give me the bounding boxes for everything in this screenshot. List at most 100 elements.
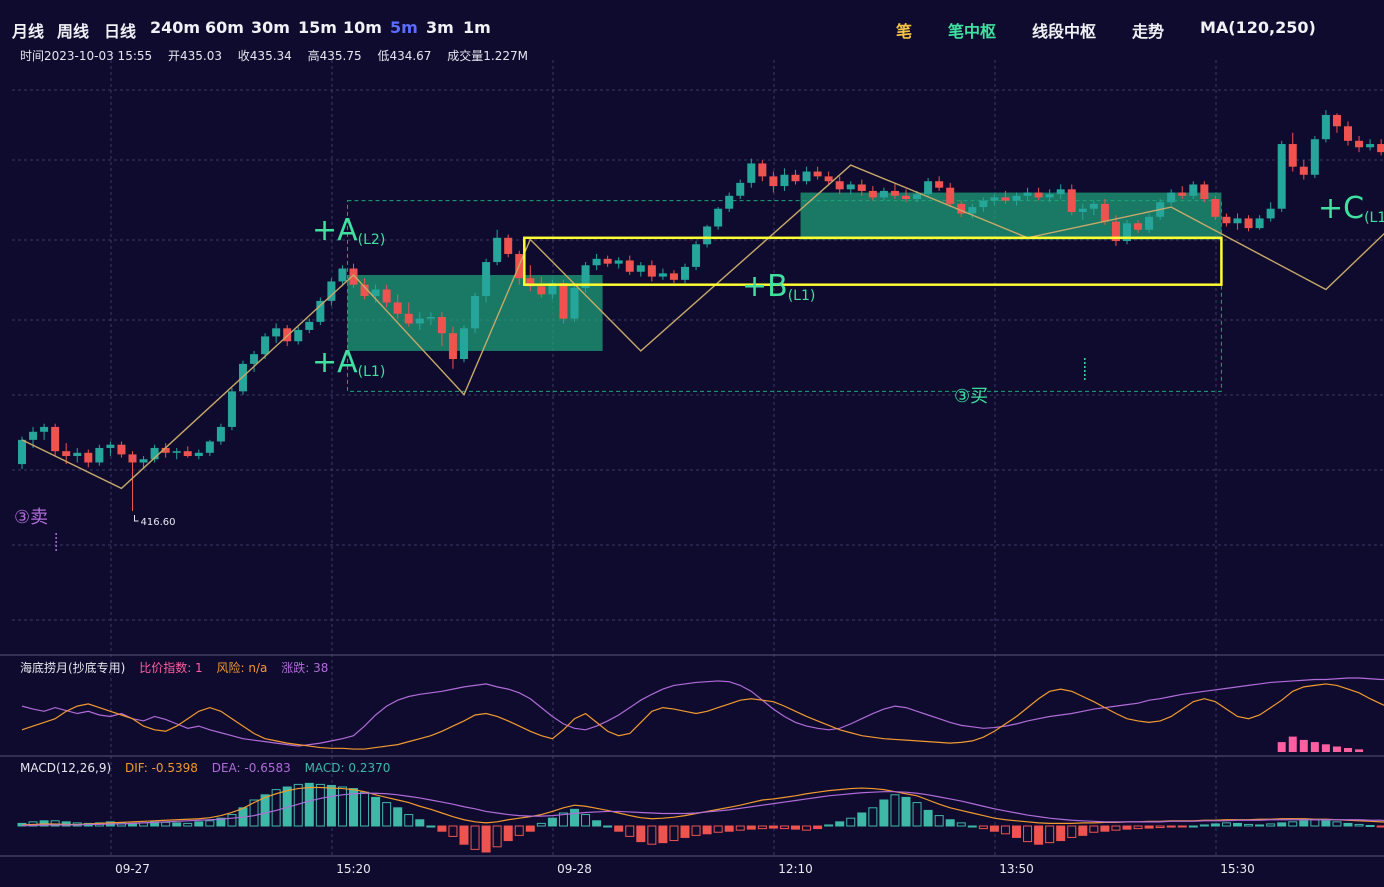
macd-bar-98 [1100, 825, 1110, 832]
macd-bar-13 [161, 821, 171, 827]
macd-bar-75 [846, 817, 856, 827]
macd-bar-22 [260, 794, 270, 827]
macd-bar-111 [1244, 823, 1254, 827]
macd-bar-32 [371, 796, 381, 827]
candle-body [415, 318, 424, 324]
macd-bar-43 [492, 825, 502, 848]
x-tick-label-2: 09-28 [557, 862, 592, 876]
candle-body [725, 195, 734, 209]
zhongshu-label-c-l1-sub: (L1) [1364, 210, 1384, 226]
candle-body [1211, 199, 1220, 217]
candle-body [40, 426, 49, 432]
candle-18 [216, 423, 225, 445]
candle-body [979, 200, 988, 208]
candle-body [990, 197, 999, 201]
macd-bar-67 [757, 825, 767, 830]
x-tick-label-3: 12:10 [778, 862, 813, 876]
macd-bar-100 [1122, 825, 1132, 830]
macd-bar-45 [514, 825, 524, 836]
candle-body [780, 174, 789, 187]
candle-17 [205, 439, 214, 457]
candle-body [614, 260, 623, 264]
zhongshu-label-b-l1-sub: (L1) [788, 288, 816, 304]
macd-bar-116 [1299, 820, 1309, 827]
candle-11 [139, 456, 148, 469]
macd-bar-54 [614, 825, 624, 832]
candle-body [1167, 192, 1176, 203]
candle-27 [316, 297, 325, 326]
indicator1-risk: 风险: n/a [216, 661, 268, 675]
candle-44 [504, 234, 513, 258]
macd-bar-14 [172, 822, 182, 827]
candle-body [272, 328, 281, 337]
candle-body [1056, 189, 1065, 195]
macd-bar-44 [503, 825, 513, 842]
macd-bar-40 [459, 825, 469, 845]
candle-body [460, 328, 468, 360]
macd-bar-78 [879, 799, 889, 827]
kline-chart[interactable]: +A(L2)+A(L1)+B(L1)+C(L1)③卖③买416.60441.44… [0, 0, 1384, 887]
macd-bar-119 [1332, 821, 1342, 827]
macd-bar-60 [680, 825, 690, 838]
candle-body [669, 273, 678, 280]
candle-body [294, 329, 303, 342]
candle-body [51, 426, 60, 452]
candle-body [747, 163, 756, 183]
candle-body [393, 302, 402, 314]
candle-body [935, 181, 944, 188]
macd-bar-26 [304, 782, 314, 827]
macd-bar-72 [813, 825, 823, 830]
candle-111 [1244, 215, 1253, 232]
candle-55 [625, 255, 634, 275]
macd-bar-33 [382, 802, 392, 827]
macd-bar-64 [724, 825, 734, 832]
candle-body [791, 174, 800, 182]
macd-bar-92 [1034, 825, 1044, 845]
candle-body [857, 184, 866, 191]
indicator1-change: 涨跌: 38 [281, 661, 329, 675]
candle-69 [780, 168, 789, 191]
candle-43 [493, 229, 502, 266]
macd-bar-114 [1277, 822, 1287, 827]
candle-body [1178, 192, 1187, 196]
candle-body [316, 300, 325, 322]
macd-bar-85 [956, 822, 966, 827]
candle-body [1344, 126, 1352, 141]
candle-body [29, 431, 38, 440]
macd-bar-97 [1089, 825, 1099, 833]
candle-84 [946, 182, 955, 208]
indicator1-bar-6 [1344, 748, 1352, 752]
candle-body [1023, 192, 1032, 196]
candle-body [736, 182, 745, 196]
candle-64 [725, 192, 734, 212]
candle-body [1001, 197, 1010, 201]
indicator1-bar-2 [1299, 739, 1308, 752]
candles [18, 110, 1384, 511]
indicator1-bar-5 [1332, 746, 1341, 752]
candle-body [448, 333, 457, 360]
candle-body [625, 260, 634, 272]
candle-113 [1266, 202, 1275, 222]
macd-bar-82 [923, 809, 933, 827]
candle-body [658, 273, 667, 277]
candle-body [18, 439, 26, 465]
macd-bar-58 [658, 825, 668, 844]
candle-body [1134, 223, 1143, 230]
macd-bar-76 [857, 812, 867, 827]
zhongshu-label-b-l1: +B(L1) [742, 269, 815, 304]
candle-109 [1222, 213, 1231, 227]
indicator1-legend: 海底捞月(抄底专用) 比价指数: 1 风险: n/a 涨跌: 38 [20, 659, 338, 676]
candle-body [913, 194, 922, 200]
macd-bar-34 [393, 807, 403, 827]
candle-123 [1377, 139, 1384, 156]
candle-body [636, 265, 645, 272]
macd-bar-51 [581, 814, 591, 827]
candle-body [758, 163, 767, 177]
candle-49 [559, 279, 568, 324]
candle-100 [1123, 220, 1131, 245]
candle-body [1277, 144, 1286, 209]
bi-line [21, 164, 1384, 490]
x-tick-label-4: 13:50 [999, 862, 1034, 876]
macd-bar-57 [647, 825, 657, 845]
macd-bar-106 [1188, 825, 1198, 828]
